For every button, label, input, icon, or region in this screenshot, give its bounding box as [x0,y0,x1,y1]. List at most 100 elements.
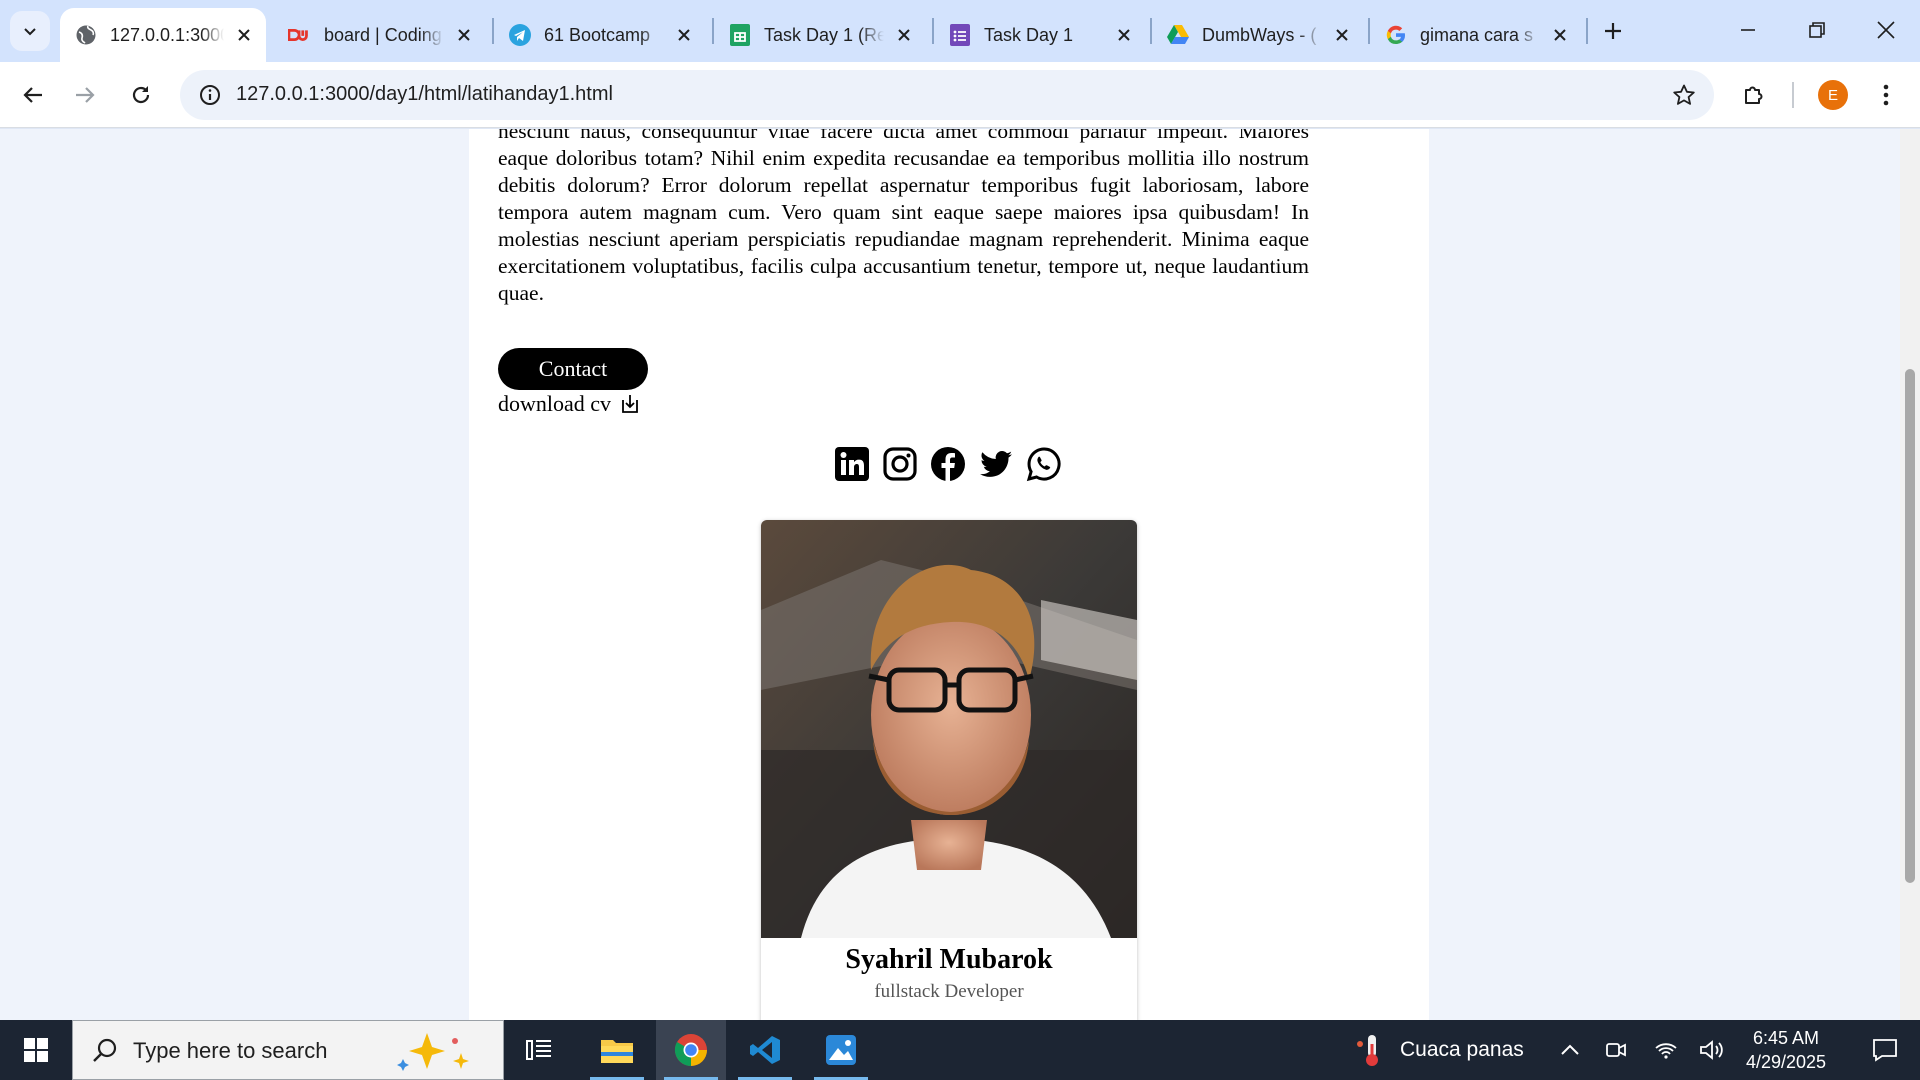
url-text: 127.0.0.1:3000/day1/html/latihanday1.htm… [236,83,613,105]
weather-icon[interactable] [1350,1020,1390,1080]
download-cv-link[interactable]: download cv [498,391,641,417]
kebab-menu-icon [1883,84,1889,106]
linkedin-icon[interactable] [833,445,871,483]
paragraph-line: nesciunt natus, consequuntur vitae facer… [498,129,1229,143]
back-button[interactable] [12,74,54,116]
search-icon [93,1038,117,1062]
tab-title: Task Day 1 (Re [764,24,884,45]
page-viewport: nesciunt natus, consequuntur vitae facer… [0,129,1920,1020]
forward-button[interactable] [64,74,106,116]
bookmark-star-icon[interactable] [1668,79,1700,111]
weather-text[interactable]: Cuaca panas [1400,1038,1524,1062]
task-view-icon [526,1040,551,1060]
google-drive-icon [1166,23,1190,47]
tab-title: 127.0.0.1:3000 [110,24,224,45]
profile-photo [761,520,1137,938]
facebook-icon[interactable] [929,445,967,483]
vscode-icon [750,1036,780,1064]
close-icon[interactable] [1546,21,1574,49]
telegram-icon [508,23,532,47]
chrome-menu-button[interactable] [1865,74,1907,116]
tab-task-day-1-form[interactable]: Task Day 1 [934,8,1146,62]
minimize-button[interactable] [1713,0,1783,60]
clock-time: 6:45 AM [1752,1028,1820,1048]
meet-now-icon[interactable] [1598,1020,1634,1080]
arrow-right-icon [76,87,95,103]
notification-icon [1873,1039,1897,1062]
tab-board-coding[interactable]: board | Coding [274,8,486,62]
close-icon[interactable] [450,21,478,49]
instagram-icon[interactable] [881,445,919,483]
site-info-icon[interactable] [192,77,228,113]
plus-icon [1605,23,1621,39]
windows-logo-icon [24,1038,48,1062]
tab-strip: 127.0.0.1:3000 board | Coding 61 Bootcam… [0,0,1920,62]
twitter-icon[interactable] [977,445,1015,483]
dumbways-logo-icon [288,23,312,47]
windows-taskbar: Type here to search Cuaca panas 6:45 AM … [0,1020,1920,1080]
tab-localhost[interactable]: 127.0.0.1:3000 [60,8,266,62]
chrome-taskbar-button[interactable] [656,1020,726,1080]
toolbar-divider [1792,82,1794,108]
download-icon [619,393,641,415]
start-button[interactable] [0,1020,72,1080]
close-icon [1877,21,1895,39]
volume-icon[interactable] [1694,1020,1730,1080]
file-explorer-icon [601,1040,633,1063]
puzzle-icon [1745,86,1763,104]
tab-google-search[interactable]: gimana cara s [1370,8,1582,62]
notifications-button[interactable] [1850,1020,1920,1080]
reload-icon [132,86,150,104]
restore-button[interactable] [1782,0,1852,60]
download-cv-label: download cv [498,391,612,416]
tab-bootcamp[interactable]: 61 Bootcamp [494,8,706,62]
tab-title: board | Coding [324,24,442,45]
browser-toolbar: 127.0.0.1:3000/day1/html/latihanday1.htm… [0,62,1920,128]
address-bar[interactable]: 127.0.0.1:3000/day1/html/latihanday1.htm… [180,70,1714,120]
close-icon[interactable] [230,21,258,49]
file-explorer-button[interactable] [582,1020,652,1080]
vscode-taskbar-button[interactable] [730,1020,800,1080]
profile-name: Syahril Mubarok [845,944,1053,975]
close-window-button[interactable] [1851,0,1920,60]
chrome-icon [674,1034,707,1066]
globe-icon [74,23,98,47]
tab-separator [1586,18,1588,44]
chevron-down-icon [24,28,36,36]
whatsapp-icon[interactable] [1025,445,1063,483]
restore-icon [1809,22,1825,38]
google-icon [1384,23,1408,47]
scrollbar-thumb[interactable] [1905,369,1915,883]
tab-title: DumbWays - ( [1202,24,1317,45]
tab-title: Task Day 1 [984,24,1074,45]
contact-button[interactable]: Contact [498,348,648,390]
tab-search-button[interactable] [10,11,50,51]
extensions-button[interactable] [1733,74,1775,116]
tab-dumbways-drive[interactable]: DumbWays - ( [1152,8,1364,62]
wifi-icon[interactable] [1648,1020,1684,1080]
page-container: nesciunt natus, consequuntur vitae facer… [469,129,1429,1020]
about-paragraph: nesciunt natus, consequuntur vitae facer… [498,129,1309,307]
task-view-button[interactable] [504,1020,574,1080]
taskbar-search-input[interactable]: Type here to search [72,1020,504,1080]
chevron-up-icon[interactable] [1552,1020,1588,1080]
paint-icon [826,1035,856,1065]
search-placeholder: Type here to search [133,1038,328,1063]
google-forms-icon [948,23,972,47]
paint-taskbar-button[interactable] [806,1020,876,1080]
close-icon[interactable] [1328,21,1356,49]
tab-title: gimana cara s [1420,24,1534,45]
close-icon[interactable] [1110,21,1138,49]
taskbar-clock[interactable]: 6:45 AM 4/29/2025 [1736,1026,1836,1074]
close-icon[interactable] [890,21,918,49]
tab-title: 61 Bootcamp [544,24,651,45]
tab-task-day-1-sheet[interactable]: Task Day 1 (Re [714,8,926,62]
page-scrollbar[interactable] [1900,129,1920,1020]
reload-button[interactable] [120,74,162,116]
profile-avatar[interactable]: E [1818,80,1848,110]
social-icons [833,445,1063,485]
new-tab-button[interactable] [1594,12,1632,50]
close-icon[interactable] [670,21,698,49]
clock-date: 4/29/2025 [1745,1052,1827,1072]
profile-role: fullstack Developer [874,981,1024,1002]
